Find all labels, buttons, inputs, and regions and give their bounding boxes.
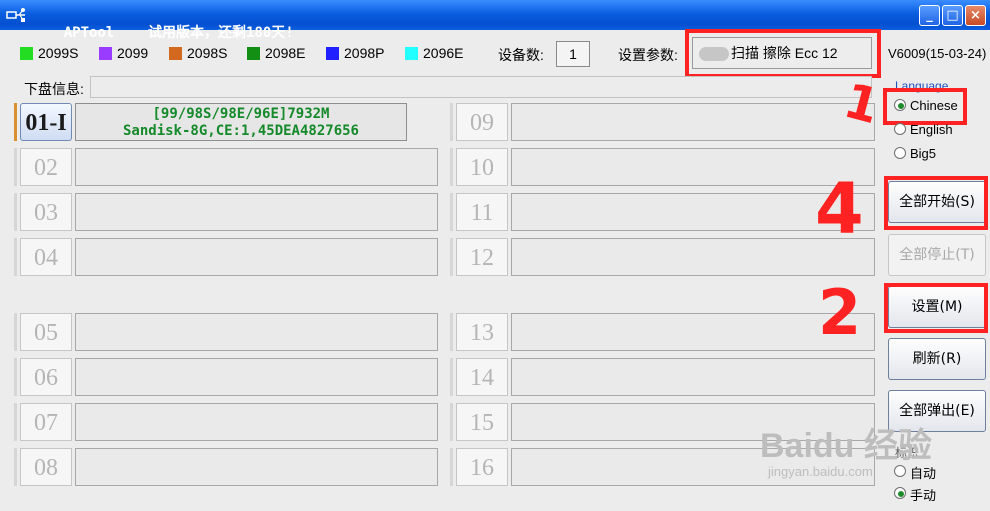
radio-manual-label[interactable]: 手动 [910,485,936,504]
radio-big5[interactable] [894,147,906,159]
slot-01-info: [99/98S/98E/96E]7932M Sandisk-8G,CE:1,45… [75,103,407,141]
slot-indicator [14,313,17,351]
slot-indicator [14,148,17,186]
highlight-box-chinese [883,88,967,125]
slot-15-button[interactable]: 15 [456,403,508,441]
slot-14-button[interactable]: 14 [456,358,508,396]
slot-09-info [511,103,875,141]
slot-12-button[interactable]: 12 [456,238,508,276]
legend-swatch-2098e [247,47,260,60]
slot-04-info [75,238,438,276]
disk-info-field [90,76,872,98]
legend-label-2096e: 2096E [423,45,464,61]
stop-all-button[interactable]: 全部停止(T) [888,234,986,276]
slot-indicator [14,193,17,231]
slot-14-info [511,358,875,396]
slot-01-info-line2: Sandisk-8G,CE:1,45DEA4827656 [122,123,359,139]
close-button[interactable]: × [965,5,986,26]
slot-05-info [75,313,438,351]
maximize-button[interactable]: □ [942,5,963,26]
slot-11-button[interactable]: 11 [456,193,508,231]
slot-indicator [450,313,453,351]
usb-icon [6,8,25,22]
legend-label-2099s: 2099S [38,45,79,61]
slot-indicator [450,148,453,186]
slot-06-button[interactable]: 06 [20,358,72,396]
minimize-button[interactable]: _ [919,5,940,26]
slot-indicator [450,103,453,141]
legend-label-2099: 2099 [117,45,149,61]
settings-params-label: 设置参数: [618,47,678,63]
legend-swatch-2096e [405,47,418,60]
slot-03-button[interactable]: 03 [20,193,72,231]
slot-indicator [450,448,453,486]
radio-english-label[interactable]: English [910,122,953,137]
annotation-step-4: 4 [815,168,864,250]
slot-indicator [14,358,17,396]
device-count-value: 1 [556,41,590,67]
device-count-label: 设备数: [498,47,544,63]
slot-02-button[interactable]: 02 [20,148,72,186]
annotation-step-2: 2 [818,276,862,349]
slot-13-button[interactable]: 13 [456,313,508,351]
slot-indicator [450,238,453,276]
disk-info-label: 下盘信息: [24,81,84,97]
slot-indicator [14,103,17,141]
legend-swatch-2098p [326,47,339,60]
baidu-watermark: Baidu 经验 [760,427,932,465]
highlight-box-settings [884,283,988,333]
refresh-button[interactable]: 刷新(R) [888,338,986,380]
legend-label-2098e: 2098E [265,45,306,61]
slot-indicator [450,193,453,231]
slot-16-button[interactable]: 16 [456,448,508,486]
baidu-watermark-url: jingyan.baidu.com [768,464,873,479]
slot-08-button[interactable]: 08 [20,448,72,486]
slot-indicator [14,238,17,276]
slot-indicator [14,403,17,441]
slot-03-info [75,193,438,231]
title-bar[interactable]: APTool 试用版本，还剩180天! _ □ × [0,0,990,41]
slot-10-button[interactable]: 10 [456,148,508,186]
radio-english[interactable] [894,123,906,135]
legend-swatch-2098s [169,47,182,60]
legend-swatch-2099s [20,47,33,60]
slot-01-button[interactable]: 01-I [20,103,72,141]
slot-09-button[interactable]: 09 [456,103,508,141]
version-label: V6009(15-03-24) [888,46,987,61]
slot-indicator [450,403,453,441]
slot-01-info-line1: [99/98S/98E/96E]7932M [152,106,330,122]
slot-02-info [75,148,438,186]
radio-manual[interactable] [894,487,906,499]
slot-08-info [75,448,438,486]
slot-04-button[interactable]: 04 [20,238,72,276]
slot-07-button[interactable]: 07 [20,403,72,441]
slot-indicator [450,358,453,396]
highlight-box-params [685,29,881,78]
slot-07-info [75,403,438,441]
slot-05-button[interactable]: 05 [20,313,72,351]
slot-indicator [14,448,17,486]
legend-label-2098s: 2098S [187,45,228,61]
slot-06-info [75,358,438,396]
highlight-box-start-all [884,176,988,230]
legend-label-2098p: 2098P [344,45,385,61]
legend-swatch-2099 [99,47,112,60]
radio-big5-label[interactable]: Big5 [910,146,936,161]
